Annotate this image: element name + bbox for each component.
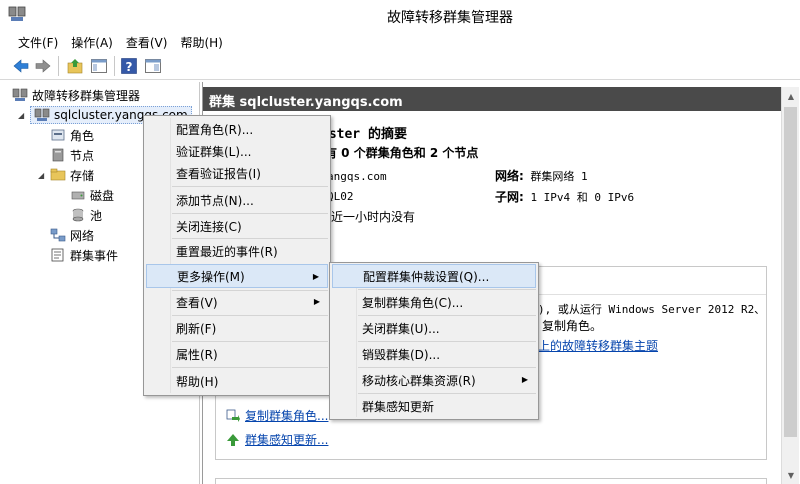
copy-roles-icon: [226, 409, 240, 422]
pool-icon: [72, 208, 84, 222]
storage-icon: [50, 168, 66, 181]
tree-item-events[interactable]: 群集事件: [50, 246, 118, 264]
menu-action[interactable]: 操作(A): [65, 30, 120, 52]
svg-text:?: ?: [126, 60, 133, 74]
menu-validate-cluster[interactable]: 验证群集(L)...: [146, 139, 328, 163]
tree-item-pools[interactable]: 池: [70, 206, 102, 224]
roles-icon: [51, 129, 65, 141]
help-icon[interactable]: ?: [120, 57, 138, 75]
menu-close-connection[interactable]: 关闭连接(C): [146, 214, 328, 238]
window-title: 故障转移群集管理器: [387, 10, 513, 26]
network-value: 群集网络 1: [530, 170, 588, 183]
scroll-up-icon[interactable]: ▲: [782, 87, 800, 105]
copy-roles-link[interactable]: 复制群集角色...: [245, 407, 328, 424]
cau-icon: [227, 433, 239, 446]
pane-header: 群集 sqlcluster.yangqs.com: [203, 87, 781, 111]
group-text-line2: 复制角色。: [542, 319, 603, 333]
vertical-scrollbar[interactable]: ▲ ▼: [781, 87, 799, 484]
collapse-arrow-icon[interactable]: ◢: [38, 171, 44, 180]
subnet-value: 1 IPv4 和 0 IPv6: [530, 191, 635, 204]
submenu-arrow-icon: ▶: [521, 375, 528, 384]
cluster-manager-icon: [12, 88, 28, 101]
collapse-arrow-icon[interactable]: ◢: [18, 111, 24, 120]
submenu-arrow-icon: ▶: [313, 297, 320, 306]
menu-help-item[interactable]: 帮助(H): [146, 369, 328, 393]
menu-more-actions[interactable]: 更多操作(M) ▶: [146, 264, 328, 288]
menu-configure-quorum[interactable]: 配置群集仲裁设置(Q)...: [332, 264, 536, 288]
context-menu: 配置角色(R)... 验证群集(L)... 查看验证报告(I) 添加节点(N).…: [143, 115, 331, 396]
toolbar: ?: [0, 52, 800, 80]
menu-copy-cluster-roles[interactable]: 复制群集角色(C)...: [332, 290, 536, 314]
domain-value: angqs.com: [327, 170, 387, 183]
tree-root-label: 故障转移群集管理器: [32, 88, 141, 103]
tree-root[interactable]: 故障转移群集管理器: [12, 86, 140, 104]
title-bar: 故障转移群集管理器: [0, 0, 800, 30]
action-pane-icon[interactable]: [144, 57, 162, 75]
nodes-icon: [52, 148, 64, 162]
back-arrow-icon[interactable]: [12, 57, 30, 75]
tree-item-nodes[interactable]: 节点: [50, 146, 94, 164]
cau-link[interactable]: 群集感知更新...: [245, 431, 328, 448]
scroll-thumb[interactable]: [784, 107, 797, 437]
forward-arrow-icon[interactable]: [34, 57, 52, 75]
tree-item-storage[interactable]: 存储: [50, 166, 94, 184]
second-group-box: [215, 478, 767, 484]
subnet-row: 子网: 1 IPv4 和 0 IPv6: [495, 188, 634, 205]
menu-bar: 文件(F) 操作(A) 查看(V) 帮助(H): [0, 30, 800, 52]
menu-properties[interactable]: 属性(R): [146, 342, 328, 366]
menu-add-node[interactable]: 添加节点(N)...: [146, 188, 328, 212]
tree-item-roles[interactable]: 角色: [50, 126, 94, 144]
tree-item-networks[interactable]: 网络: [50, 226, 94, 244]
menu-file[interactable]: 文件(F): [12, 30, 65, 52]
subnet-label: 子网:: [495, 190, 524, 204]
recent-events-text: 近一小时内没有: [331, 210, 416, 224]
menu-destroy-cluster[interactable]: 销毁群集(D)...: [332, 342, 536, 366]
menu-move-core-resources[interactable]: 移动核心群集资源(R) ▶: [332, 368, 536, 392]
events-icon: [51, 248, 64, 262]
menu-cluster-aware-updating[interactable]: 群集感知更新: [332, 394, 536, 418]
up-folder-icon[interactable]: [66, 57, 84, 75]
console-tree-icon[interactable]: [90, 57, 108, 75]
network-icon: [50, 228, 66, 242]
menu-view[interactable]: 查看(V) ▶: [146, 290, 328, 314]
tree-item-disks[interactable]: 磁盘: [70, 186, 114, 204]
network-label: 网络:: [495, 169, 524, 183]
failover-topic-link[interactable]: 上的故障转移群集主题: [538, 337, 658, 354]
menu-reset-recent-events[interactable]: 重置最近的事件(R): [146, 239, 328, 263]
menu-view[interactable]: 查看(V): [120, 30, 175, 52]
cluster-icon: [34, 108, 50, 121]
scroll-down-icon[interactable]: ▼: [782, 466, 800, 484]
disk-icon: [71, 191, 85, 200]
cau-action[interactable]: 群集感知更新...: [226, 431, 328, 448]
menu-help[interactable]: 帮助(H): [174, 30, 229, 52]
menu-shutdown-cluster[interactable]: 关闭群集(U)...: [332, 316, 536, 340]
group-text-line1: ), 或从运行 Windows Server 2012 R2、: [538, 303, 766, 316]
submenu-arrow-icon: ▶: [312, 272, 319, 281]
network-row: 网络: 群集网络 1: [495, 167, 588, 184]
summary-title: uster 的摘要: [321, 127, 407, 142]
menu-view-validation-report[interactable]: 查看验证报告(I): [146, 161, 328, 185]
more-actions-submenu: 配置群集仲裁设置(Q)... 复制群集角色(C)... 关闭群集(U)... 销…: [329, 262, 539, 420]
copy-roles-action[interactable]: 复制群集角色...: [226, 407, 328, 424]
menu-refresh[interactable]: 刷新(F): [146, 316, 328, 340]
summary-subtitle: 拥有 0 个群集角色和 2 个节点: [313, 146, 479, 160]
menu-configure-role[interactable]: 配置角色(R)...: [146, 117, 328, 141]
